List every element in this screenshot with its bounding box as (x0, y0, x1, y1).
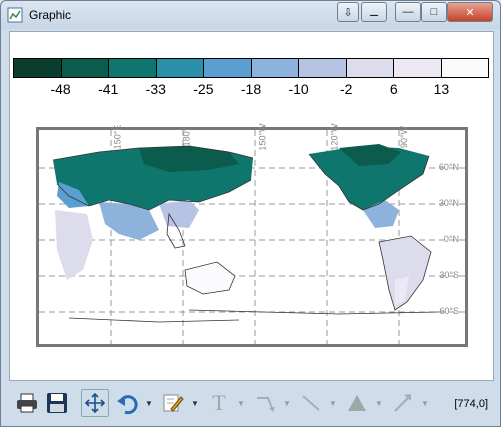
lat-label-60n: 60°N (438, 162, 459, 172)
line-icon (302, 395, 320, 411)
colorbar-label: 13 (433, 81, 450, 97)
colorbar-swatch (109, 59, 157, 77)
triangle-dropdown-icon[interactable]: ▼ (375, 399, 383, 408)
colorbar-swatch (441, 59, 488, 77)
undo-button[interactable] (113, 389, 141, 417)
line-dropdown-icon[interactable]: ▼ (329, 399, 337, 408)
arrow-button[interactable] (389, 389, 417, 417)
pin-button[interactable]: ⚊ (361, 2, 387, 22)
cursor-coordinates: [774,0] (454, 398, 488, 410)
pencil-icon (163, 394, 184, 412)
map-svg (39, 130, 465, 344)
text-icon: T (212, 390, 226, 415)
close-icon: ✕ (465, 6, 475, 19)
line-button[interactable] (297, 389, 325, 417)
colorbar-label: -25 (193, 81, 214, 97)
colorbar-swatch (346, 59, 394, 77)
lat-label-30n: 30°N (438, 198, 459, 208)
arrow-draw-icon (257, 397, 275, 412)
colorbar-swatch (14, 59, 62, 77)
colorbar-labels: -48 -41 -33 -25 -18 -10 -2 6 13 (13, 78, 489, 98)
colorbar-swatch (394, 59, 442, 77)
window-title: Graphic (29, 8, 72, 22)
triangle-icon (348, 395, 366, 411)
close-button[interactable]: ✕ (447, 2, 493, 22)
colorbar-label: -18 (240, 81, 262, 97)
world-map[interactable]: 60°N 30°N 0°N 30°S 60°S 150°E 180° 150°W… (36, 123, 468, 347)
expand-icon: ⇩ (343, 6, 353, 19)
colorbar: -48 -41 -33 -25 -18 -10 -2 6 13 (13, 58, 489, 98)
app-icon (7, 7, 23, 23)
text-button[interactable]: T (205, 389, 233, 417)
colorbar-label: -48 (50, 81, 71, 97)
minimize-icon: — (402, 6, 414, 18)
triangle-button[interactable] (343, 389, 371, 417)
zoom-extent-button[interactable] (81, 389, 109, 417)
colorbar-label: -41 (98, 81, 119, 97)
colorbar-swatch (156, 59, 204, 77)
arrow-draw-button[interactable] (251, 389, 279, 417)
maximize-button[interactable]: □ (421, 2, 447, 22)
undo-dropdown-icon[interactable]: ▼ (145, 399, 153, 408)
lon-label-150w: 150°W (257, 123, 268, 151)
colorbar-swatch (299, 59, 347, 77)
pencil-dropdown-icon[interactable]: ▼ (191, 399, 199, 408)
colorbar-label: -33 (145, 81, 166, 97)
lon-label-90w: 90°W (399, 125, 410, 149)
lat-label-0n: 0°N (443, 234, 459, 244)
text-dropdown-icon[interactable]: ▼ (237, 399, 245, 408)
colorbar-swatch (251, 59, 299, 77)
minimize-button[interactable]: — (395, 2, 421, 22)
arrow-draw-dropdown-icon[interactable]: ▼ (283, 399, 291, 408)
graphic-window: Graphic ⇩ ⚊ — □ ✕ -48 -41 -33 -25 -18 -10 -2 6 1… (0, 0, 501, 427)
colorbar-swatch (204, 59, 252, 77)
colorbar-label: -10 (288, 81, 309, 97)
lon-label-150e: 150°E (112, 124, 123, 150)
expand-button[interactable]: ⇩ (337, 2, 359, 22)
arrow-icon (394, 394, 411, 412)
save-icon (47, 393, 67, 413)
colorbar-swatches (13, 58, 489, 78)
lat-label-60s: 60°S (439, 306, 459, 316)
colorbar-label: 6 (389, 81, 398, 97)
pencil-button[interactable] (159, 389, 187, 417)
pin-icon: ⚊ (369, 6, 379, 19)
lat-label-30s: 30°S (439, 270, 459, 280)
colorbar-label: -2 (339, 81, 353, 97)
arrow-dropdown-icon[interactable]: ▼ (421, 399, 429, 408)
undo-icon (117, 395, 138, 415)
print-button[interactable] (13, 389, 41, 417)
zoom-extent-icon (84, 392, 106, 414)
lon-label-120w: 120°W (329, 123, 340, 151)
graphic-toolbar: ▼ ▼ T ▼ ▼ ▼ ▼ ▼ [774,0] (9, 387, 494, 423)
title-bar[interactable]: Graphic ⇩ ⚊ — □ ✕ (1, 1, 500, 29)
maximize-icon: □ (430, 6, 438, 18)
colorbar-swatch (61, 59, 109, 77)
lon-label-180: 180° (181, 127, 192, 147)
print-icon (17, 393, 37, 413)
save-button[interactable] (43, 389, 71, 417)
graphic-canvas[interactable]: -48 -41 -33 -25 -18 -10 -2 6 13 60°N 30°… (9, 31, 494, 381)
